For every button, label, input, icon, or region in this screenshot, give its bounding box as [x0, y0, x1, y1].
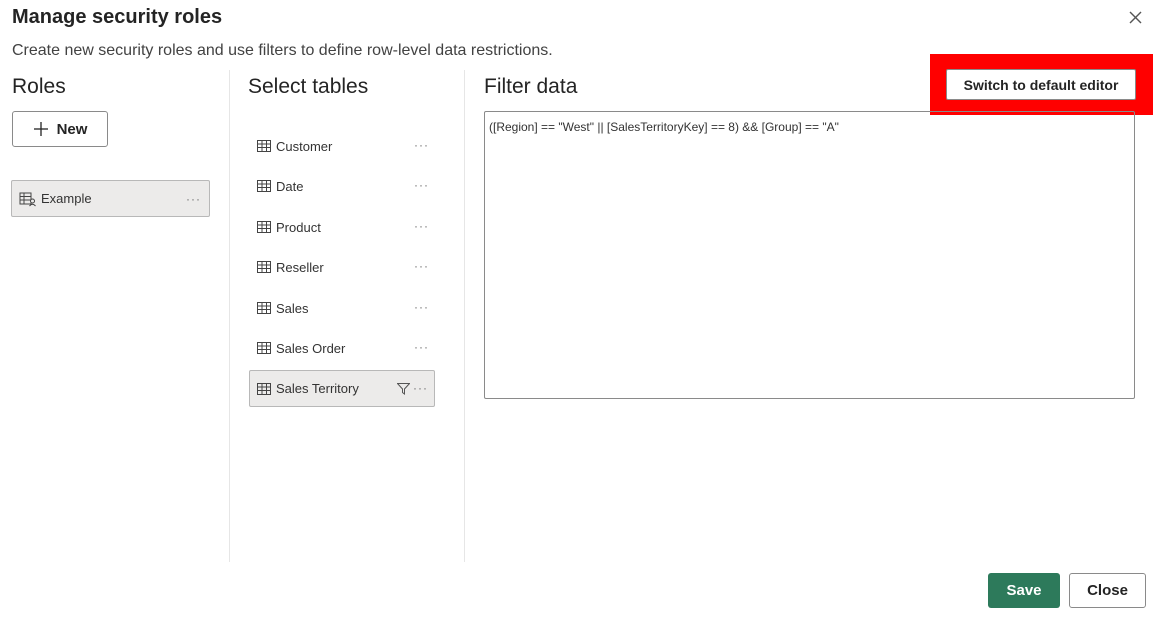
table-icon [257, 302, 271, 314]
table-icon [257, 342, 271, 354]
dax-expression-editor[interactable]: ([Region] == "West" || [SalesTerritoryKe… [484, 111, 1135, 399]
table-item-sales[interactable]: Sales ··· [249, 290, 435, 326]
role-item-label: Example [41, 191, 92, 206]
plus-icon [33, 121, 49, 137]
table-item-label: Sales [276, 300, 309, 316]
table-icon [257, 261, 271, 273]
more-options-icon[interactable]: ··· [414, 138, 429, 152]
table-item-label: Date [276, 178, 304, 194]
new-role-button[interactable]: New [12, 111, 108, 147]
table-item-label: Product [276, 219, 321, 235]
table-item-label: Customer [276, 138, 333, 154]
role-item-example[interactable]: Example ··· [11, 180, 210, 217]
more-options-icon[interactable]: ··· [414, 178, 429, 192]
new-role-label: New [56, 120, 88, 138]
column-divider [229, 70, 230, 562]
more-options-icon[interactable]: ··· [414, 300, 429, 314]
close-icon[interactable] [1124, 6, 1146, 28]
filter-data-header: Filter data [484, 75, 578, 98]
column-divider [464, 70, 465, 562]
table-item-label: Sales Order [276, 340, 346, 356]
close-button[interactable]: Close [1069, 573, 1146, 608]
more-options-icon[interactable]: ··· [186, 192, 201, 206]
table-item-label: Sales Territory [276, 381, 359, 396]
roles-header: Roles [12, 75, 66, 98]
save-button[interactable]: Save [988, 573, 1060, 608]
filter-icon [397, 383, 410, 395]
table-item-product[interactable]: Product ··· [249, 209, 435, 245]
more-options-icon[interactable]: ··· [414, 259, 429, 273]
dialog-subtitle: Create new security roles and use filter… [12, 42, 553, 59]
table-item-date[interactable]: Date ··· [249, 168, 435, 204]
role-icon [19, 191, 37, 207]
dialog-title: Manage security roles [12, 6, 223, 28]
table-item-reseller[interactable]: Reseller ··· [249, 249, 435, 285]
table-icon [257, 140, 271, 152]
table-icon [257, 221, 271, 233]
switch-to-default-editor-button[interactable]: Switch to default editor [946, 69, 1136, 100]
table-item-label: Reseller [276, 259, 324, 275]
more-options-icon[interactable]: ··· [414, 340, 429, 354]
table-item-sales-territory[interactable]: Sales Territory ··· [249, 370, 435, 407]
more-options-icon[interactable]: ··· [414, 219, 429, 233]
table-icon [257, 382, 271, 395]
more-options-icon[interactable]: ··· [413, 381, 428, 395]
table-item-customer[interactable]: Customer ··· [249, 128, 435, 164]
table-icon [257, 180, 271, 192]
table-item-sales-order[interactable]: Sales Order ··· [249, 330, 435, 366]
select-tables-header: Select tables [248, 75, 369, 98]
